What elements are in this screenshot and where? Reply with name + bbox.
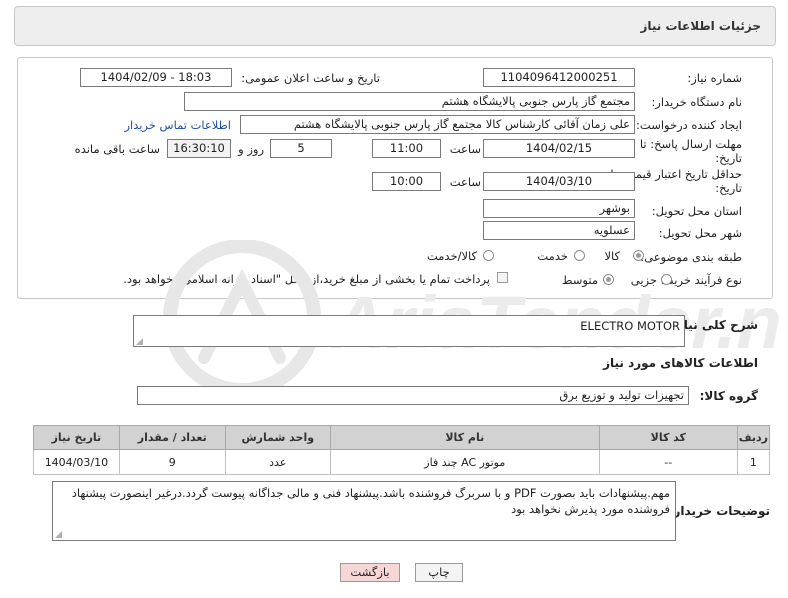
purchase-process-label: نوع فرآیند خرید :: [660, 273, 742, 287]
goods-table: ردیف کد کالا نام کالا واحد شمارش تعداد /…: [33, 425, 771, 475]
buyer-notes-text: مهم.پیشنهادات باید بصورت PDF و با سربرگ …: [71, 486, 670, 516]
category-service-label: خدمت: [537, 249, 568, 263]
city-label: شهر محل تحویل:: [658, 226, 742, 240]
process-minor-radio[interactable]: [661, 274, 672, 285]
description-field: ELECTRO MOTOR: [133, 315, 685, 347]
category-goods-radio[interactable]: [633, 250, 644, 261]
category-label: طبقه بندی موضوعی:: [640, 250, 742, 264]
category-goods-service-radio[interactable]: [483, 250, 494, 261]
process-minor-label: جزیی: [630, 273, 657, 287]
province-field: بوشهر: [483, 199, 635, 218]
goods-group-label: گروه کالا:: [699, 389, 758, 403]
treasury-payment-checkbox[interactable]: [497, 272, 508, 283]
requester-label: ایجاد کننده درخواست:: [636, 118, 742, 132]
response-deadline-label: مهلت ارسال پاسخ: تا تاریخ:: [639, 137, 742, 165]
category-goods-service-label: کالا/خدمت: [426, 249, 477, 263]
price-validity-date: 1404/03/10: [483, 172, 635, 191]
cell-item-code: --: [598, 449, 738, 475]
buyer-contact-link[interactable]: اطلاعات تماس خریدار: [124, 118, 231, 132]
treasury-payment-note: پرداخت تمام یا بخشی از مبلغ خرید،از محل …: [123, 272, 490, 286]
days-label: روز و: [238, 142, 264, 156]
buyer-notes-label: توضیحات خریدار:: [668, 504, 770, 518]
col-unit: واحد شمارش: [224, 425, 331, 450]
need-number-field: 1104096412000251: [483, 68, 635, 87]
response-deadline-date: 1404/02/15: [483, 139, 635, 158]
cell-need-date: 1404/03/10: [33, 449, 120, 475]
col-row-number: ردیف: [736, 425, 771, 450]
description-text: ELECTRO MOTOR: [580, 319, 680, 333]
cell-row-number: 1: [736, 449, 771, 475]
category-service-radio[interactable]: [574, 250, 585, 261]
col-quantity: تعداد / مقدار: [118, 425, 226, 450]
price-validity-time: 10:00: [372, 172, 441, 191]
col-item-code: کد کالا: [598, 425, 738, 450]
announce-datetime-label: تاریخ و ساعت اعلان عمومی:: [241, 71, 380, 85]
remaining-time-label: ساعت باقی مانده: [74, 142, 160, 156]
buyer-notes-field: مهم.پیشنهادات باید بصورت PDF و با سربرگ …: [52, 481, 676, 541]
category-goods-label: کالا: [604, 249, 620, 263]
requester-field: علی زمان آقائی کارشناس کالا مجتمع گاز پا…: [240, 115, 635, 134]
cell-item-name: موتور AC چند فاز: [329, 449, 600, 475]
province-label: استان محل تحویل:: [651, 204, 742, 218]
cell-unit: عدد: [224, 449, 331, 475]
announce-datetime-field: 1404/02/09 - 18:03: [80, 68, 232, 87]
price-validity-time-label: ساعت: [449, 175, 481, 189]
page-title: جزئیات اطلاعات نیاز: [640, 19, 761, 33]
buyer-org-field: مجتمع گاز پارس جنوبی پالایشگاه هشتم: [184, 92, 635, 111]
col-need-date: تاریخ نیاز: [33, 425, 120, 450]
table-row: 1 -- موتور AC چند فاز عدد 9 1404/03/10: [33, 449, 771, 475]
response-time-label: ساعت: [449, 142, 481, 156]
details-header-bar: جزئیات اطلاعات نیاز: [14, 6, 776, 46]
description-resize-handle[interactable]: [136, 338, 143, 345]
goods-section-title: اطلاعات کالاهای مورد نیاز: [603, 356, 758, 370]
remaining-time-field: 16:30:10: [167, 139, 231, 158]
buyer-org-label: نام دستگاه خریدار:: [651, 95, 742, 109]
process-medium-label: متوسط: [561, 273, 598, 287]
need-number-label: شماره نیاز:: [687, 71, 742, 85]
goods-group-field: تجهیزات تولید و توزیع برق: [137, 386, 689, 405]
goods-table-header: ردیف کد کالا نام کالا واحد شمارش تعداد /…: [33, 425, 771, 450]
cell-quantity: 9: [118, 449, 226, 475]
process-medium-radio[interactable]: [603, 274, 614, 285]
buyer-notes-resize-handle[interactable]: [55, 531, 62, 538]
back-button[interactable]: بازگشت: [340, 563, 400, 582]
city-field: عسلویه: [483, 221, 635, 240]
response-deadline-time: 11:00: [372, 139, 441, 158]
print-button[interactable]: چاپ: [415, 563, 463, 582]
remaining-days-field: 5: [270, 139, 332, 158]
col-item-name: نام کالا: [329, 425, 600, 450]
